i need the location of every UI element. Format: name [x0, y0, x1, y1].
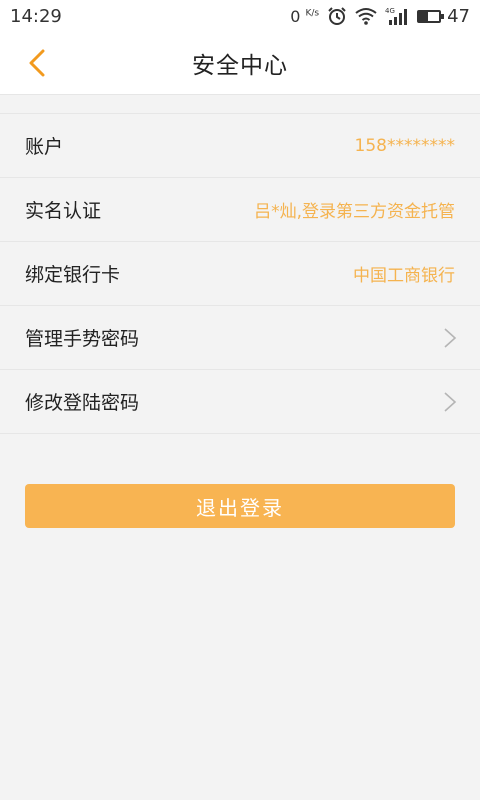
network-speed-unit: K/s — [305, 8, 320, 19]
gesture-password-label: 管理手势密码 — [25, 328, 140, 350]
chevron-right-icon — [443, 327, 457, 349]
wifi-icon — [355, 7, 377, 25]
real-name-label: 实名认证 — [25, 200, 102, 222]
account-row[interactable]: 账户 158******** — [0, 114, 480, 178]
settings-list: 账户 158******** 实名认证 吕*灿,登录第三方资金托管 绑定银行卡 … — [0, 113, 480, 434]
change-login-password-row[interactable]: 修改登陆密码 — [0, 370, 480, 434]
bank-card-value: 中国工商银行 — [353, 266, 455, 286]
content: 账户 158******** 实名认证 吕*灿,登录第三方资金托管 绑定银行卡 … — [0, 95, 480, 528]
logout-container: 退出登录 — [0, 434, 480, 528]
alarm-clock-icon — [327, 6, 347, 26]
status-bar: 14:29 0 K/s 4G 47 — [0, 0, 480, 32]
battery-level: 47 — [447, 5, 470, 27]
battery-status: 47 — [417, 6, 470, 27]
real-name-verification-row[interactable]: 实名认证 吕*灿,登录第三方资金托管 — [0, 178, 480, 242]
login-password-label: 修改登陆密码 — [25, 392, 140, 414]
logout-button[interactable]: 退出登录 — [25, 484, 455, 528]
bound-bank-card-row[interactable]: 绑定银行卡 中国工商银行 — [0, 242, 480, 306]
bank-card-label: 绑定银行卡 — [25, 264, 121, 286]
battery-icon — [417, 9, 445, 23]
chevron-right-icon — [443, 391, 457, 413]
back-button[interactable] — [22, 43, 52, 83]
status-time: 14:29 — [10, 5, 62, 27]
network-type-label: 4G — [385, 7, 395, 15]
real-name-value: 吕*灿,登录第三方资金托管 — [254, 202, 455, 222]
account-value: 158******** — [354, 135, 455, 156]
network-speed: 0 K/s — [290, 7, 319, 26]
account-label: 账户 — [25, 136, 64, 158]
network-speed-value: 0 — [290, 6, 301, 26]
manage-gesture-password-row[interactable]: 管理手势密码 — [0, 306, 480, 370]
navigation-bar: 安全中心 — [0, 32, 480, 95]
cellular-signal-icon: 4G — [385, 6, 409, 26]
status-icons: 0 K/s 4G 47 — [290, 6, 470, 27]
chevron-left-icon — [29, 49, 45, 77]
page-title: 安全中心 — [192, 53, 288, 79]
battery-fill — [419, 11, 429, 21]
